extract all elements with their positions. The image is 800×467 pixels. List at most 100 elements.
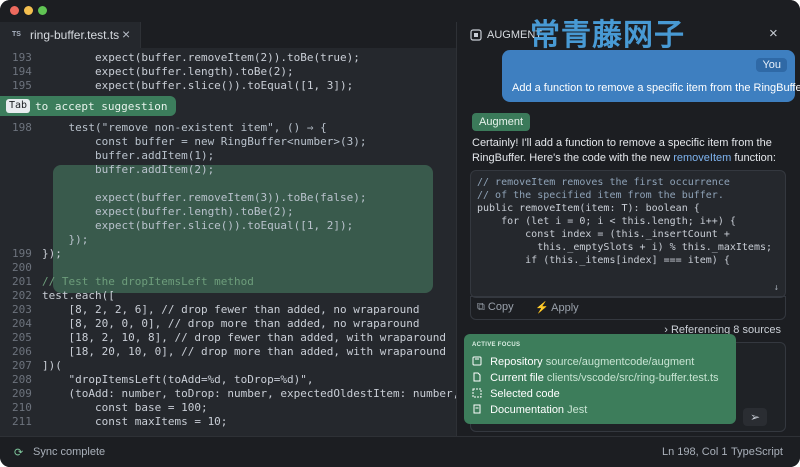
minimize-window-button[interactable]: [24, 6, 33, 15]
code-line[interactable]: 201 // Test the dropItemsLeft method: [0, 275, 456, 289]
code-line[interactable]: });: [0, 233, 456, 247]
active-focus-title: ACTIVE FOCUS: [472, 342, 521, 348]
code-line[interactable]: 194 expect(buffer.length).toBe(2);: [0, 65, 456, 79]
send-button[interactable]: ➢: [743, 408, 767, 426]
line-number: 205: [12, 331, 32, 344]
code-line[interactable]: [0, 177, 456, 191]
code-text: expect(buffer.length).toBe(2);: [42, 205, 294, 218]
apply-icon: ⚡: [535, 302, 549, 314]
snippet-line: public removeItem(item: T): boolean {: [477, 203, 700, 214]
focus-selected-code[interactable]: Selected code: [472, 388, 560, 400]
user-message: You Add a function to remove a specific …: [502, 50, 800, 102]
code-line[interactable]: 200: [0, 261, 456, 275]
selection-icon: [472, 388, 482, 398]
line-number: 200: [12, 261, 32, 274]
status-bar: ⟳ Sync complete Ln 198, Col 1 TypeScript: [0, 436, 800, 467]
line-number: 204: [12, 317, 32, 330]
app-window: TS ring-buffer.test.ts × 193 expect(buff…: [0, 0, 800, 467]
code-line[interactable]: 209 (toAdd: number, toDrop: number, expe…: [0, 387, 460, 401]
apply-button[interactable]: ⚡ Apply: [535, 301, 579, 314]
code-text: test.each([: [42, 289, 115, 302]
focus-current-file[interactable]: Current file clients/vscode/src/ring-buf…: [472, 372, 719, 384]
accept-suggestion-hint: Tab to accept suggestion: [0, 96, 176, 116]
code-snippet[interactable]: // removeItem removes the first occurren…: [470, 170, 786, 298]
close-panel-icon[interactable]: ×: [769, 25, 778, 42]
copy-label: Copy: [487, 301, 514, 313]
line-number: 198: [12, 121, 32, 134]
snippet-line: const index = (this._insertCount +: [477, 229, 730, 240]
you-badge: You: [756, 58, 787, 72]
cursor-position[interactable]: Ln 198, Col 1: [662, 446, 727, 458]
code-text: [8, 2, 2, 6], // drop fewer than added, …: [42, 303, 420, 316]
focus-repository[interactable]: Repository source/augmentcode/augment: [472, 356, 694, 368]
sync-status: Sync complete: [33, 446, 106, 458]
code-text: expect(buffer.removeItem(3)).toBe(false)…: [42, 191, 367, 204]
active-focus-card: ACTIVE FOCUS Repository source/augmentco…: [464, 334, 736, 424]
code-line[interactable]: 211 const maxItems = 10;: [0, 415, 456, 429]
code-text: buffer.addItem(1);: [42, 149, 215, 162]
code-line[interactable]: 202 test.each([: [0, 289, 456, 303]
code-line[interactable]: expect(buffer.removeItem(3)).toBe(false)…: [0, 191, 456, 205]
line-number: 201: [12, 275, 32, 288]
language-mode[interactable]: TypeScript: [731, 446, 783, 458]
snippet-line: // removeItem removes the first occurren…: [477, 177, 730, 188]
augment-logo-icon: [470, 29, 482, 41]
code-text: [18, 20, 10, 0], // drop more than added…: [42, 345, 446, 358]
code-line[interactable]: 198 test("remove non-existent item", () …: [0, 121, 456, 135]
documentation-value: Jest: [567, 404, 588, 416]
assistant-reply: Certainly! I'll add a function to remove…: [472, 136, 788, 166]
code-text: (toAdd: number, toDrop: number, expected…: [42, 387, 460, 400]
code-line[interactable]: 205 [18, 2, 10, 8], // drop fewer than a…: [0, 331, 456, 345]
line-number: 208: [12, 373, 32, 386]
code-text: "dropItemsLeft(toAdd=%d, toDrop=%d)",: [42, 373, 314, 386]
code-text: expect(buffer.length).toBe(2);: [42, 65, 294, 78]
apply-label: Apply: [551, 302, 579, 314]
code-line[interactable]: 193 expect(buffer.removeItem(2)).toBe(tr…: [0, 51, 456, 65]
code-line[interactable]: buffer.addItem(1);: [0, 149, 456, 163]
line-number: 206: [12, 345, 32, 358]
tab-ring-buffer-test[interactable]: TS ring-buffer.test.ts ×: [0, 22, 141, 48]
code-text: const buffer = new RingBuffer<number>(3)…: [42, 135, 367, 148]
focus-documentation[interactable]: Documentation Jest: [472, 404, 587, 416]
code-text: [8, 20, 0, 0], // drop more than added, …: [42, 317, 420, 330]
copy-button[interactable]: ⧉ Copy: [477, 301, 514, 314]
scroll-down-icon[interactable]: ↓: [774, 283, 779, 293]
code-line[interactable]: buffer.addItem(2);: [0, 163, 456, 177]
code-line[interactable]: const buffer = new RingBuffer<number>(3)…: [0, 135, 456, 149]
typescript-file-icon: TS: [12, 31, 21, 38]
code-line[interactable]: 203 [8, 2, 2, 6], // drop fewer than add…: [0, 303, 456, 317]
code-text: buffer.addItem(2);: [42, 163, 215, 176]
code-line[interactable]: 207])(: [0, 359, 456, 373]
line-number: 203: [12, 303, 32, 316]
line-number: 211: [12, 415, 32, 428]
code-line[interactable]: 199});: [0, 247, 456, 261]
code-line[interactable]: 206 [18, 20, 10, 0], // drop more than a…: [0, 345, 456, 359]
code-line[interactable]: 210 const base = 100;: [0, 401, 456, 415]
documentation-icon: [473, 404, 481, 414]
code-text: ])(: [42, 359, 62, 372]
repository-value: source/augmentcode/augment: [545, 356, 695, 368]
code-line[interactable]: 208 "dropItemsLeft(toAdd=%d, toDrop=%d)"…: [0, 373, 456, 387]
editor-tab-bar: TS ring-buffer.test.ts ×: [0, 22, 456, 49]
copy-icon: ⧉: [477, 301, 485, 313]
selected-code-label: Selected code: [490, 388, 560, 400]
reply-text-suffix: function:: [731, 152, 776, 164]
code-editor[interactable]: 193 expect(buffer.removeItem(2)).toBe(tr…: [0, 48, 460, 436]
send-icon: ➢: [749, 410, 761, 424]
line-number: 193: [12, 51, 32, 64]
line-number: 195: [12, 79, 32, 92]
code-line[interactable]: 204 [8, 20, 0, 0], // drop more than add…: [0, 317, 456, 331]
file-icon: [473, 372, 481, 382]
code-line[interactable]: 195 expect(buffer.slice()).toEqual([1, 3…: [0, 79, 456, 93]
code-text: [18, 2, 10, 8], // drop fewer than added…: [42, 331, 446, 344]
maximize-window-button[interactable]: [38, 6, 47, 15]
code-line[interactable]: expect(buffer.slice()).toEqual([1, 2]);: [0, 219, 456, 233]
close-tab-icon[interactable]: ×: [122, 26, 130, 42]
code-text: test("remove non-existent item", () ⇒ {: [42, 121, 327, 134]
close-window-button[interactable]: [10, 6, 19, 15]
code-line[interactable]: expect(buffer.length).toBe(2);: [0, 205, 456, 219]
line-number: 199: [12, 247, 32, 260]
snippet-line: if (this._items[index] === item) {: [477, 255, 730, 266]
reply-function-name: removeItem: [673, 152, 732, 164]
augment-badge: Augment: [472, 113, 531, 131]
